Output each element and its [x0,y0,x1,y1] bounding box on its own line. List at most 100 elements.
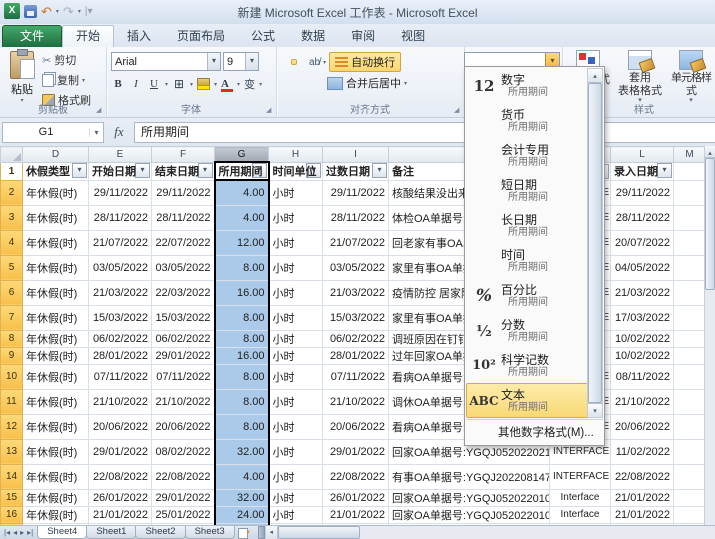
cell-type[interactable]: 年休假(时) [23,330,89,347]
cell-entry-date[interactable]: 21/01/2022 [611,506,674,523]
cell-end-date[interactable]: 25/01/2022 [152,506,215,523]
row-header[interactable]: 6 [1,280,23,305]
filter-caret-icon[interactable] [72,163,87,178]
row-header[interactable]: 10 [1,364,23,389]
wrap-text-button[interactable]: 自动换行 [329,52,401,72]
cell-unit[interactable]: 小时 [269,330,323,347]
qat-customize-icon[interactable]: |▾ [85,6,93,17]
cell-M[interactable] [674,305,706,330]
cell-unit[interactable]: 小时 [269,389,323,414]
fill-color-button[interactable] [197,78,210,90]
cell-period[interactable]: 16.00 [215,347,269,364]
cell-unit[interactable]: 小时 [269,414,323,439]
clipboard-dialog-launcher-icon[interactable] [96,107,104,115]
header-cell-pass[interactable]: 过数日期 [323,162,389,180]
row-header[interactable]: 13 [1,439,23,464]
cell-M[interactable] [674,280,706,305]
paste-button[interactable]: 粘贴 ▾ [4,51,40,104]
align-right-button[interactable] [300,80,306,86]
tab-formulas[interactable]: 公式 [238,26,288,47]
cell-type[interactable]: 年休假(时) [23,464,89,489]
format-as-table-button[interactable]: 套用 表格格式 ▾ [614,50,666,104]
cell-type[interactable]: 年休假(时) [23,364,89,389]
cell-end-date[interactable]: 29/01/2022 [152,489,215,506]
row-header[interactable]: 4 [1,230,23,255]
tab-split-handle[interactable] [258,526,265,539]
cell-pass-date[interactable]: 21/10/2022 [323,389,389,414]
cell-end-date[interactable]: 29/11/2022 [152,180,215,205]
column-header[interactable]: F [152,147,215,163]
column-header[interactable] [1,147,23,163]
row-header[interactable]: 8 [1,330,23,347]
dropdown-scroll-thumb[interactable] [588,83,602,403]
cell-type[interactable]: 年休假(时) [23,230,89,255]
column-header[interactable]: G [215,147,269,163]
row-header[interactable]: 11 [1,389,23,414]
cell-entry-date[interactable]: 22/08/2022 [611,464,674,489]
filter-caret-icon[interactable] [657,163,672,178]
cell-end-date[interactable]: 29/01/2022 [152,347,215,364]
italic-button[interactable]: I [129,78,143,90]
copy-button[interactable]: 复制▾ [42,72,91,88]
cell-source[interactable]: INTERFACE [550,464,611,489]
cell-period[interactable]: 4.00 [215,180,269,205]
orientation-caret-icon[interactable]: ▾ [323,59,326,66]
cell-end-date[interactable]: 15/03/2022 [152,305,215,330]
cell-entry-date[interactable]: 21/01/2022 [611,489,674,506]
insert-function-button[interactable]: fx [104,124,134,140]
cell-period[interactable]: 16.00 [215,280,269,305]
cell-pass-date[interactable]: 28/01/2022 [323,347,389,364]
cell-end-date[interactable]: 03/05/2022 [152,255,215,280]
sheet-tab[interactable]: Sheet4 [37,526,87,539]
cell-end-date[interactable]: 21/10/2022 [152,389,215,414]
cell-start-date[interactable]: 21/07/2022 [89,230,152,255]
filter-caret-icon[interactable] [372,163,387,178]
cell-start-date[interactable]: 21/03/2022 [89,280,152,305]
cell-M[interactable] [674,330,706,347]
cell-unit[interactable]: 小时 [269,205,323,230]
tab-page-layout[interactable]: 页面布局 [164,26,238,47]
cell-type[interactable]: 年休假(时) [23,280,89,305]
increase-indent-button[interactable] [318,80,324,86]
cell-type[interactable]: 年休假(时) [23,389,89,414]
sheet-tab[interactable]: Sheet1 [86,526,136,539]
active-cell-G1[interactable]: 所用期间 [215,162,269,180]
cell-type[interactable]: 年休假(时) [23,305,89,330]
font-family-combo[interactable]: Arial [111,52,221,71]
cell-type[interactable]: 年休假(时) [23,347,89,364]
row-header[interactable]: 7 [1,305,23,330]
cell-period[interactable]: 4.00 [215,205,269,230]
cell-entry-date[interactable]: 17/03/2022 [611,305,674,330]
column-header[interactable]: L [611,147,674,163]
underline-button[interactable]: U [147,78,161,90]
column-header[interactable]: M [674,147,706,163]
cell-M[interactable] [674,205,706,230]
cell-source[interactable]: Interface [550,489,611,506]
cell-end-date[interactable]: 08/02/2022 [152,439,215,464]
number-format-option[interactable]: ½ 分数 所用期间 [466,313,588,348]
number-format-option[interactable]: 会计专用 所用期间 [466,138,588,173]
cell-unit[interactable]: 小时 [269,364,323,389]
tab-view[interactable]: 视图 [388,26,438,47]
tab-home[interactable]: 开始 [62,25,114,47]
cell-unit[interactable]: 小时 [269,305,323,330]
cell-period[interactable]: 8.00 [215,255,269,280]
cell-unit[interactable]: 小时 [269,255,323,280]
header-cell-end[interactable]: 结束日期 [152,162,215,180]
borders-caret-icon[interactable]: ▾ [190,81,193,88]
cell-pass-date[interactable]: 07/11/2022 [323,364,389,389]
cell-pass-date[interactable]: 15/03/2022 [323,305,389,330]
align-center-button[interactable] [291,80,297,86]
row-header[interactable]: 2 [1,180,23,205]
redo-icon[interactable]: ↷ [63,5,74,18]
cell-start-date[interactable]: 29/01/2022 [89,439,152,464]
cell-pass-date[interactable]: 21/03/2022 [323,280,389,305]
cell-M[interactable] [674,180,706,205]
cell-entry-date[interactable]: 11/02/2022 [611,439,674,464]
cell-entry-date[interactable]: 21/03/2022 [611,280,674,305]
previous-sheet-icon[interactable] [13,528,17,537]
font-color-button[interactable]: A [221,78,233,90]
cell-pass-date[interactable]: 21/07/2022 [323,230,389,255]
cell-unit[interactable]: 小时 [269,230,323,255]
cell-pass-date[interactable]: 06/02/2022 [323,330,389,347]
